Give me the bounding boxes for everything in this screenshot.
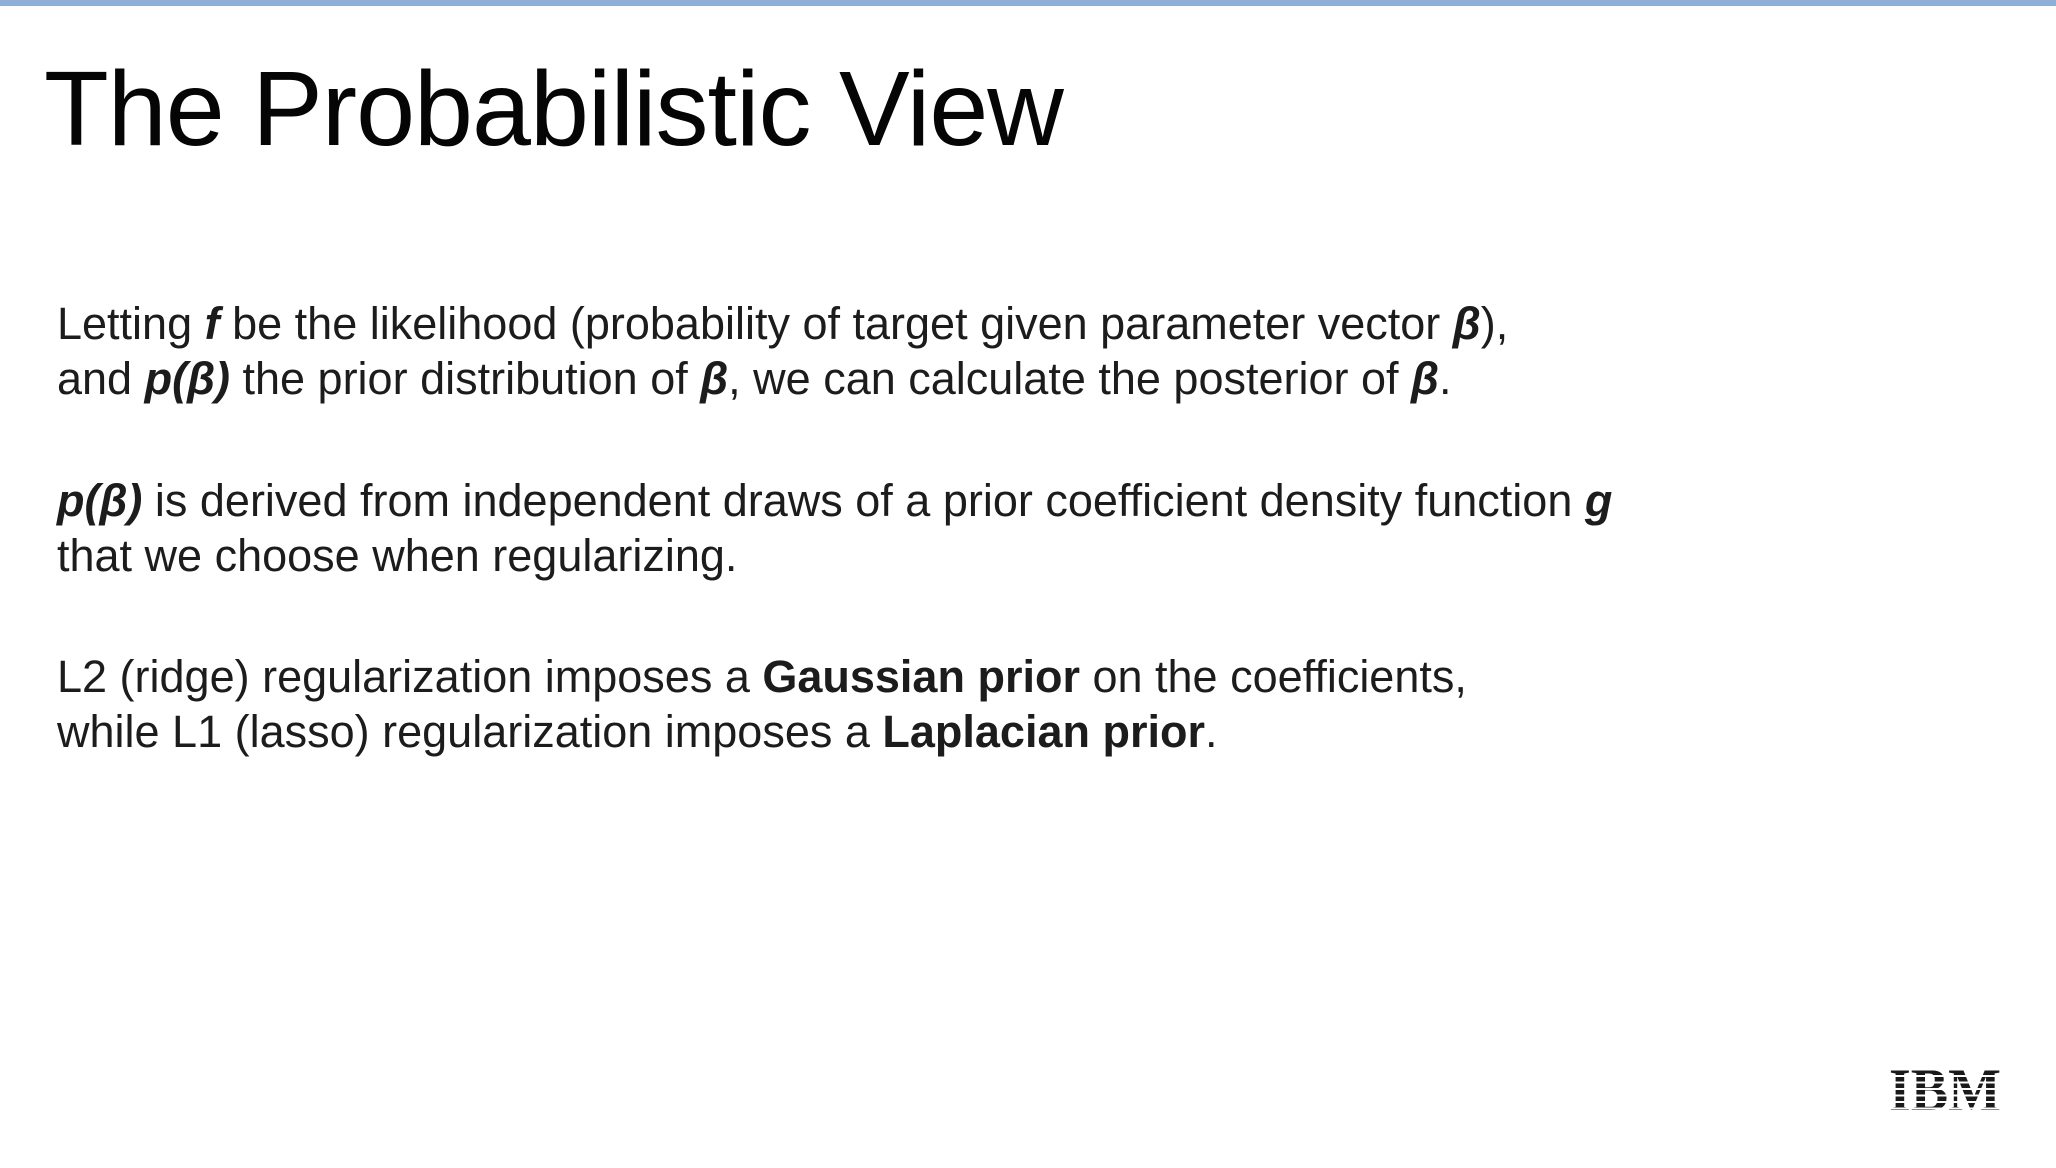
term-laplacian-prior: Laplacian prior: [882, 706, 1205, 757]
slide-top-border: [0, 0, 2056, 6]
symbol-p-beta: p(β): [57, 475, 143, 526]
text-segment: is derived from independent draws of a p…: [142, 475, 1585, 526]
symbol-beta: β: [700, 353, 729, 404]
text-segment: be the likelihood (probability of target…: [219, 298, 1453, 349]
paragraph-regularization: L2 (ridge) regularization imposes a Gaus…: [57, 649, 1467, 759]
text-segment: the prior distribution of: [229, 353, 701, 404]
paragraph-prior: p(β) is derived from independent draws o…: [57, 473, 1612, 583]
symbol-p-beta: p(β): [144, 353, 230, 404]
symbol-f: f: [204, 298, 220, 349]
text-segment: L2 (ridge) regularization imposes a: [57, 651, 763, 702]
text-segment: on the coefficients,: [1079, 651, 1467, 702]
slide-title: The Probabilistic View: [44, 50, 1064, 168]
symbol-beta: β: [1411, 353, 1439, 404]
text-segment: .: [1204, 706, 1218, 757]
text-segment: , we can calculate the posterior of: [728, 353, 1412, 404]
paragraph-likelihood: Letting f be the likelihood (probability…: [57, 296, 1508, 406]
text-segment: while L1 (lasso) regularization imposes …: [57, 706, 883, 757]
text-segment: .: [1438, 353, 1452, 404]
svg-text:IBM: IBM: [1889, 1064, 2001, 1116]
symbol-beta: β: [1452, 298, 1481, 349]
text-segment: and: [57, 353, 145, 404]
text-segment: that we choose when regularizing.: [57, 530, 738, 581]
ibm-logo: IBM: [1889, 1064, 2001, 1116]
text-segment: Letting: [57, 298, 205, 349]
symbol-g: g: [1584, 475, 1613, 526]
text-segment: ),: [1480, 298, 1509, 349]
term-gaussian-prior: Gaussian prior: [762, 651, 1080, 702]
